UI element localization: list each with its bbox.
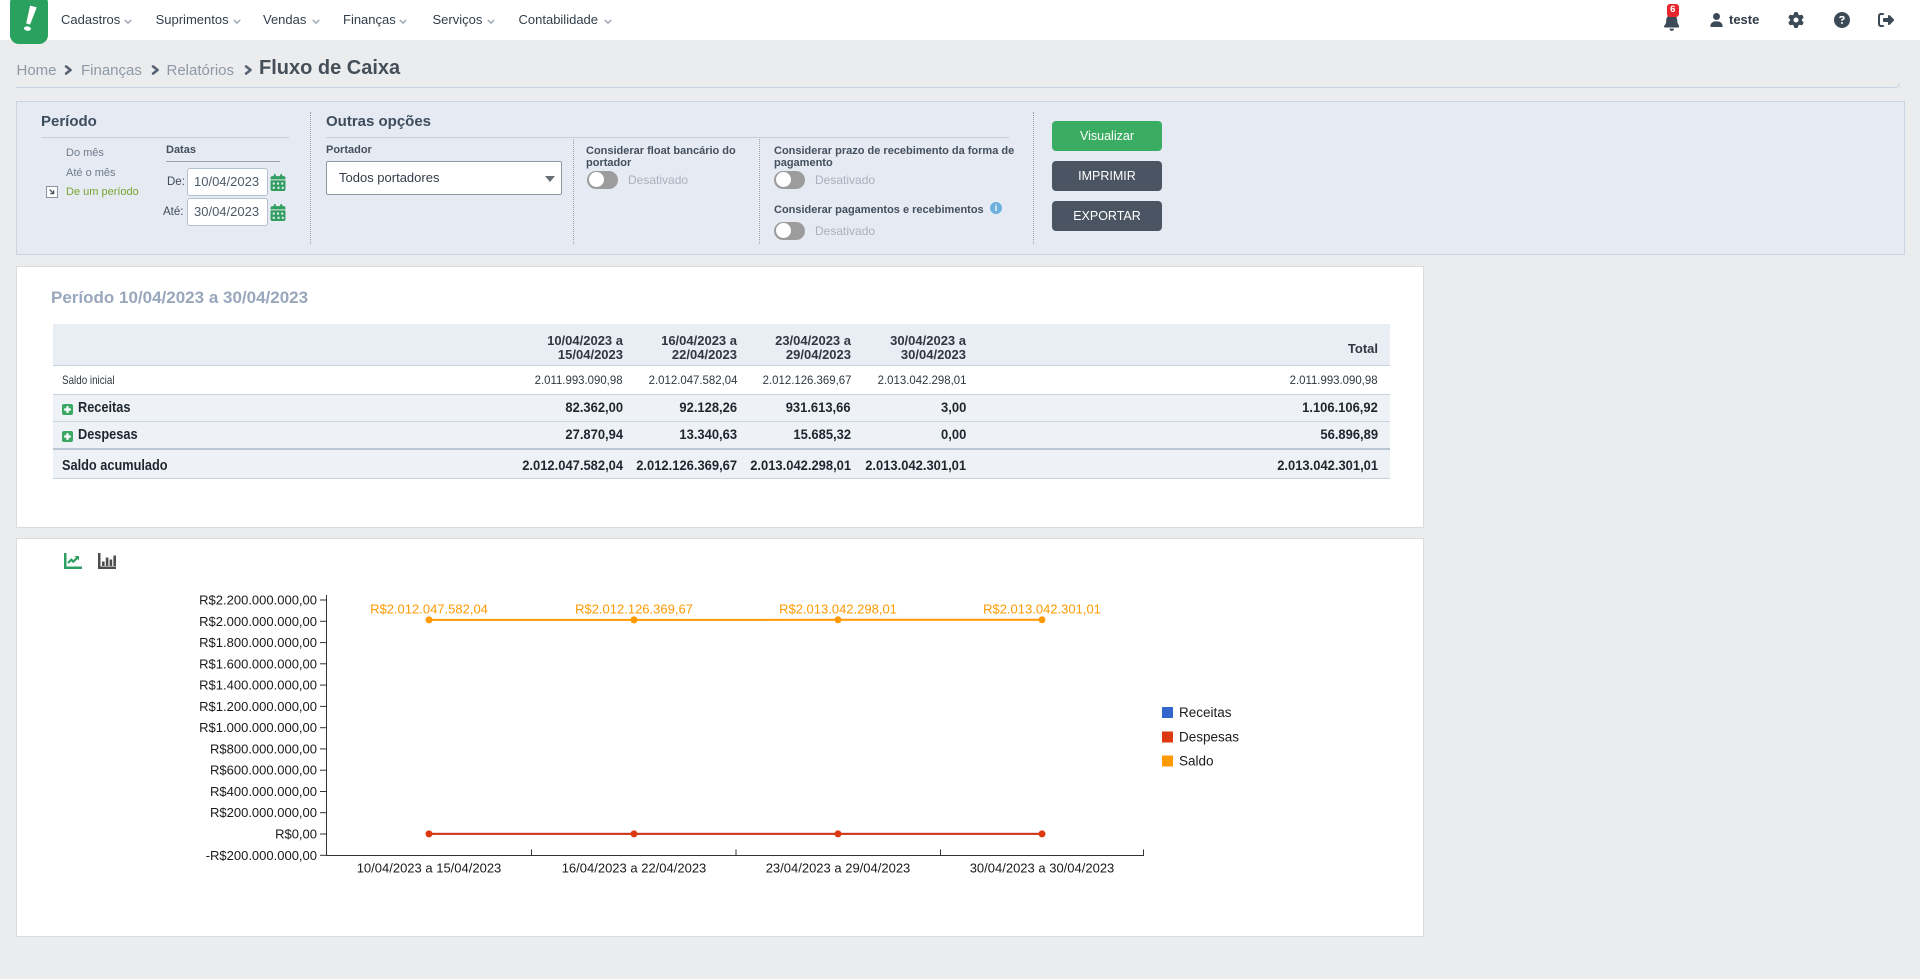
svg-text:R$800.000.000,00: R$800.000.000,00 [210, 741, 317, 756]
svg-text:16/04/2023 a 22/04/2023: 16/04/2023 a 22/04/2023 [562, 861, 707, 876]
svg-text:R$1.000.000.000,00: R$1.000.000.000,00 [199, 720, 317, 735]
svg-text:R$2.012.047.582,04: R$2.012.047.582,04 [370, 602, 488, 617]
svg-text:Saldo: Saldo [1179, 753, 1214, 768]
svg-text:R$400.000.000,00: R$400.000.000,00 [210, 784, 317, 799]
svg-text:R$1.200.000.000,00: R$1.200.000.000,00 [199, 699, 317, 714]
svg-text:Despesas: Despesas [1179, 729, 1239, 744]
svg-text:30/04/2023 a 30/04/2023: 30/04/2023 a 30/04/2023 [970, 861, 1115, 876]
svg-text:R$1.800.000.000,00: R$1.800.000.000,00 [199, 635, 317, 650]
svg-text:Receitas: Receitas [1179, 705, 1232, 720]
svg-text:R$2.000.000.000,00: R$2.000.000.000,00 [199, 614, 317, 629]
svg-text:R$200.000.000,00: R$200.000.000,00 [210, 805, 317, 820]
svg-text:R$600.000.000,00: R$600.000.000,00 [210, 763, 317, 778]
svg-text:R$2.013.042.298,01: R$2.013.042.298,01 [779, 602, 897, 617]
svg-text:R$2.013.042.301,01: R$2.013.042.301,01 [983, 602, 1101, 617]
svg-text:R$2.200.000.000,00: R$2.200.000.000,00 [199, 593, 317, 608]
svg-text:23/04/2023 a 29/04/2023: 23/04/2023 a 29/04/2023 [766, 861, 911, 876]
svg-text:10/04/2023 a 15/04/2023: 10/04/2023 a 15/04/2023 [357, 861, 502, 876]
svg-text:R$1.600.000.000,00: R$1.600.000.000,00 [199, 656, 317, 671]
svg-text:R$0,00: R$0,00 [275, 827, 317, 842]
svg-text:-R$200.000.000,00: -R$200.000.000,00 [206, 848, 317, 863]
svg-text:R$1.400.000.000,00: R$1.400.000.000,00 [199, 678, 317, 693]
svg-text:R$2.012.126.369,67: R$2.012.126.369,67 [575, 602, 693, 617]
